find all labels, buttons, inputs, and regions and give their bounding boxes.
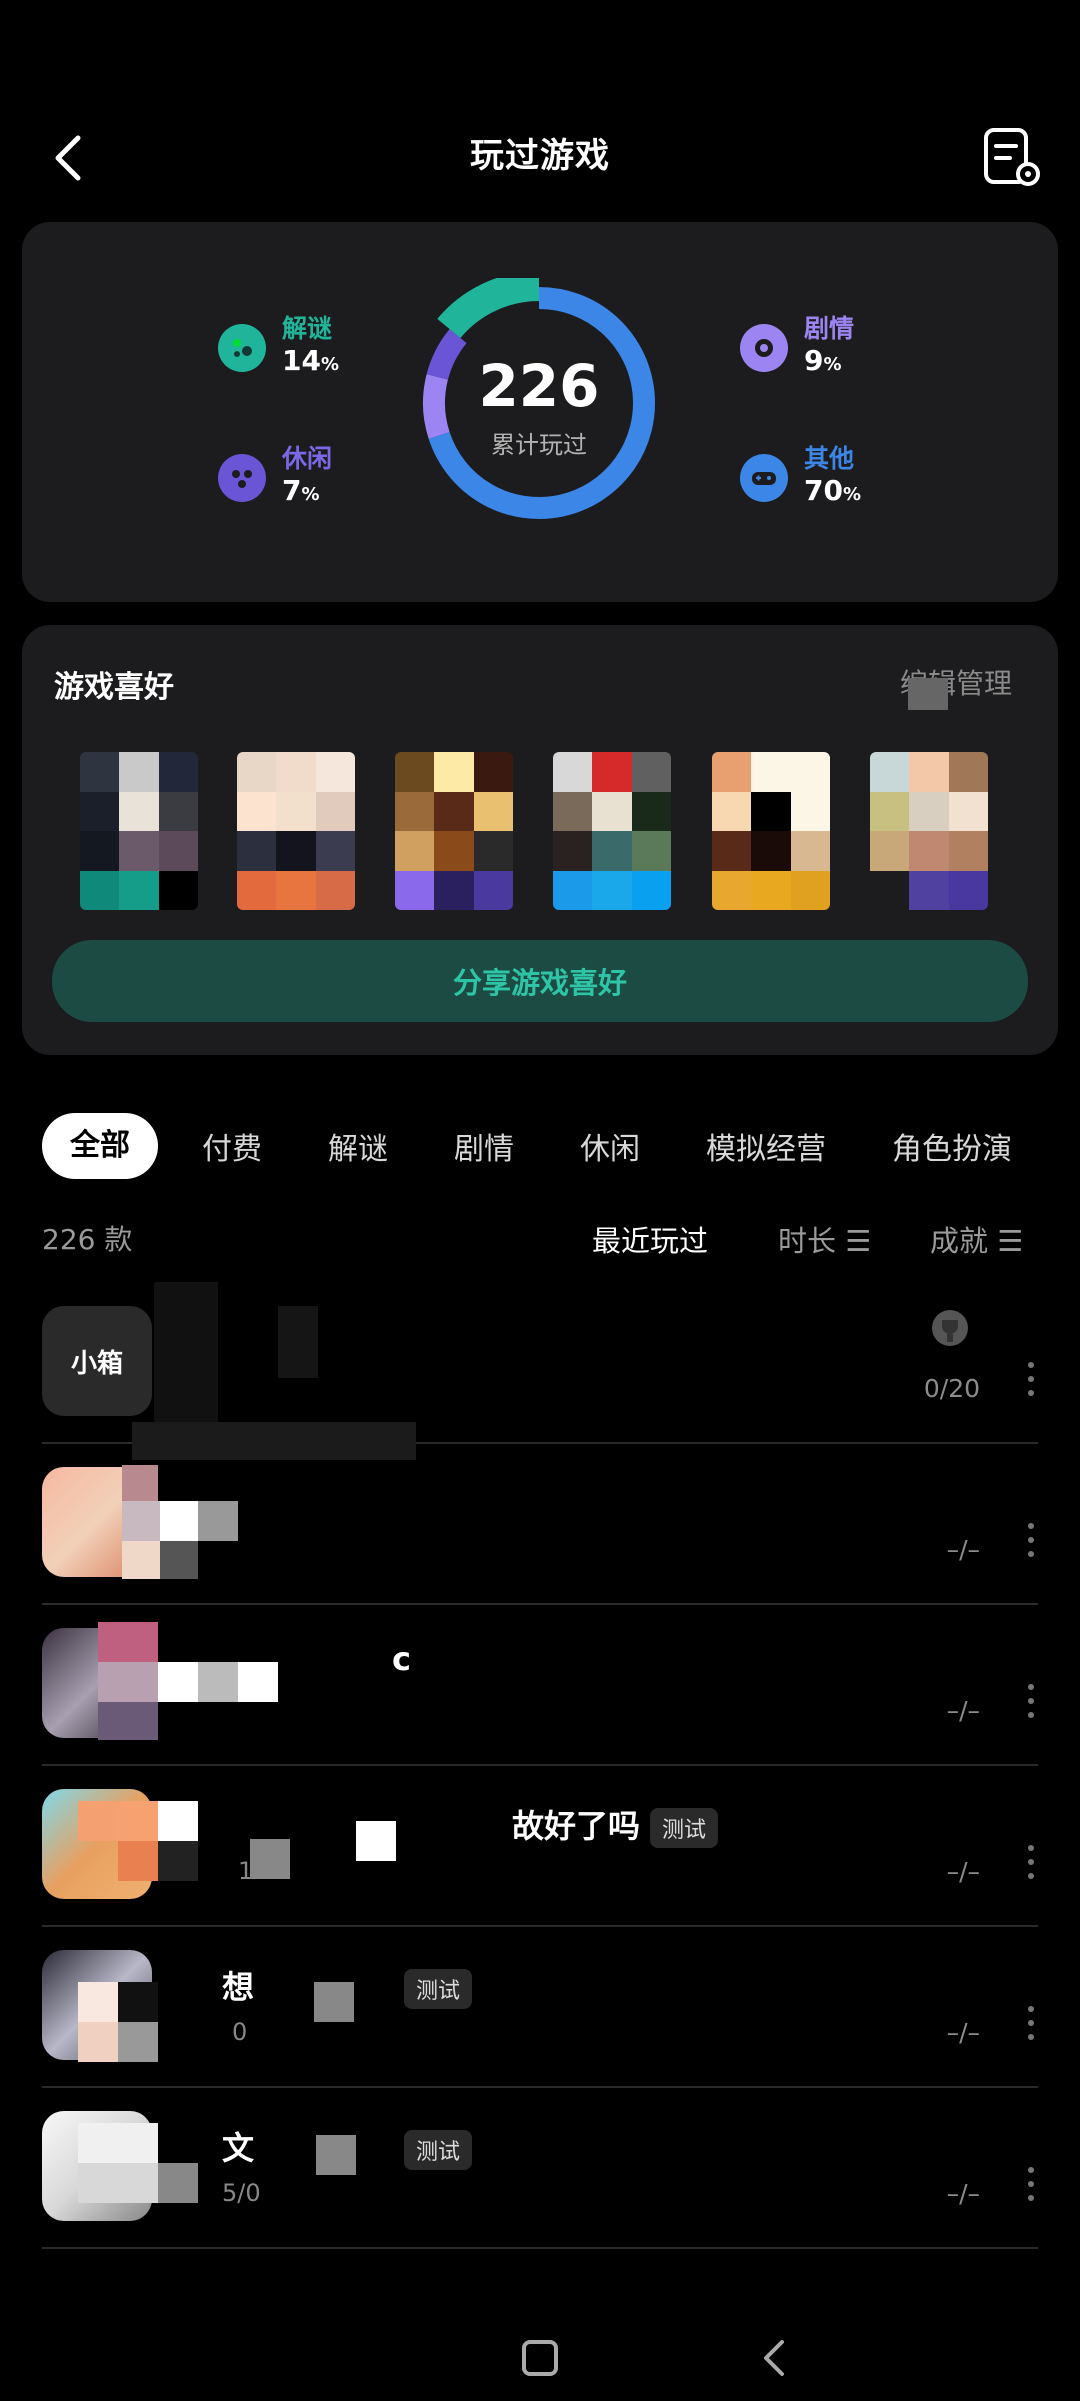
- game-subtitle: 5/0: [222, 2179, 261, 2207]
- more-options-icon[interactable]: [1024, 1362, 1038, 1402]
- sort-achievement[interactable]: 成就 ☰: [930, 1218, 1023, 1260]
- redaction-block: [316, 2135, 356, 2175]
- game-name: c: [392, 1640, 411, 1678]
- page-title: 玩过游戏: [470, 136, 610, 176]
- more-options-icon[interactable]: [1024, 2167, 1038, 2207]
- achievement-progress: –/–: [946, 2018, 980, 2047]
- redaction-block: [158, 1841, 198, 1881]
- redaction-block: [154, 1282, 218, 1442]
- sort-duration[interactable]: 时长 ☰: [778, 1218, 871, 1260]
- more-options-icon[interactable]: [1024, 2006, 1038, 2046]
- genre-casual: 休闲 7%: [218, 444, 332, 512]
- genre-other: 其他 70%: [740, 444, 861, 512]
- redaction-block: [78, 2022, 118, 2062]
- sort-icon: ☰: [845, 1224, 872, 1258]
- test-tag: 测试: [650, 1808, 719, 1848]
- achievement-progress: –/–: [946, 2179, 980, 2208]
- puzzle-icon: [218, 324, 266, 372]
- redaction-block: [356, 1821, 396, 1861]
- story-icon: [740, 324, 788, 372]
- game-name: 故好了吗 测试: [512, 1801, 719, 1848]
- redaction-block: [122, 1541, 160, 1579]
- tab-casual[interactable]: 休闲: [580, 1124, 640, 1168]
- total-games-label: 累计玩过: [491, 431, 587, 459]
- share-preference-button[interactable]: 分享游戏喜好: [52, 940, 1028, 1022]
- game-icon: 小箱: [42, 1306, 152, 1416]
- achievement-progress: 0/20: [923, 1374, 980, 1403]
- preference-tile[interactable]: [80, 752, 198, 910]
- redaction-block: [98, 1622, 158, 1662]
- sort-recent[interactable]: 最近玩过: [592, 1218, 708, 1260]
- preference-tile[interactable]: [395, 752, 513, 910]
- redaction-block: [198, 1662, 238, 1702]
- donut-segment-0: [437, 278, 540, 339]
- game-subtitle: 0: [232, 2018, 248, 2046]
- redaction-block: [78, 1801, 118, 1841]
- test-tag: 测试: [404, 2130, 473, 2170]
- more-options-icon[interactable]: [1024, 1523, 1038, 1563]
- tab-all[interactable]: 全部: [42, 1113, 158, 1179]
- redaction-block: [98, 1662, 158, 1702]
- redaction-block: [78, 2163, 158, 2203]
- tab-puzzle[interactable]: 解谜: [328, 1124, 388, 1168]
- achievement-progress: –/–: [946, 1535, 980, 1564]
- redaction-block: [278, 1306, 318, 1378]
- game-row[interactable]: c –/–: [42, 1604, 1038, 1766]
- achievement-progress: –/–: [946, 1696, 980, 1725]
- game-row[interactable]: –/–: [42, 1443, 1038, 1605]
- redaction-block: [158, 2163, 198, 2203]
- game-row[interactable]: 文测试 5/0 –/–: [42, 2087, 1038, 2249]
- casual-icon: [218, 454, 266, 502]
- redaction-block: [122, 1465, 158, 1501]
- redaction-block: [250, 1839, 290, 1879]
- genre-story: 剧情 9%: [740, 314, 854, 382]
- redaction-block: [78, 1982, 118, 2022]
- redaction-block: [908, 678, 948, 710]
- redaction-block: [314, 1982, 354, 2022]
- total-games-count: 226: [478, 352, 600, 420]
- home-square-icon[interactable]: [520, 2338, 560, 2378]
- redaction-block: [238, 1662, 278, 1702]
- redaction-block: [118, 1841, 158, 1881]
- gamepad-icon: [740, 454, 788, 502]
- document-settings-icon[interactable]: [980, 126, 1044, 190]
- nav-back-icon[interactable]: [758, 2336, 788, 2380]
- preference-tile[interactable]: [237, 752, 355, 910]
- game-row[interactable]: 故好了吗 测试 1 –/–: [42, 1765, 1038, 1927]
- tab-rpg[interactable]: 角色扮演: [892, 1124, 1012, 1168]
- test-tag: 测试: [404, 1969, 473, 2009]
- redaction-block: [160, 1541, 198, 1579]
- game-count: 226 款: [42, 1223, 133, 1256]
- trophy-icon: [932, 1310, 968, 1346]
- redaction-block: [98, 1702, 158, 1740]
- achievement-progress: –/–: [946, 1857, 980, 1886]
- sort-icon: ☰: [997, 1224, 1024, 1258]
- tab-story[interactable]: 剧情: [454, 1124, 514, 1168]
- preference-tile[interactable]: [712, 752, 830, 910]
- system-navigation-bar: [0, 2300, 1080, 2401]
- redaction-block: [118, 1982, 158, 2022]
- redaction-block: [78, 2123, 158, 2163]
- tab-simulation[interactable]: 模拟经营: [706, 1124, 826, 1168]
- preference-tile[interactable]: [870, 752, 988, 910]
- game-row[interactable]: 想测试 0 –/–: [42, 1926, 1038, 2088]
- more-options-icon[interactable]: [1024, 1684, 1038, 1724]
- redaction-block: [158, 1801, 198, 1841]
- genre-tabs: 全部 付费 解谜 剧情 休闲 模拟经营 角色扮演: [42, 1112, 1078, 1180]
- redaction-block: [158, 1662, 198, 1702]
- preference-tile[interactable]: [553, 752, 671, 910]
- redaction-block: [198, 1501, 238, 1541]
- preference-title: 游戏喜好: [54, 670, 174, 705]
- game-row[interactable]: 小箱 0/20: [42, 1282, 1038, 1460]
- redaction-block: [118, 2022, 158, 2062]
- more-options-icon[interactable]: [1024, 1845, 1038, 1885]
- redaction-block: [160, 1501, 198, 1541]
- redaction-block: [118, 1801, 158, 1841]
- tab-paid[interactable]: 付费: [202, 1124, 262, 1168]
- genre-puzzle: 解谜 14%: [218, 314, 339, 382]
